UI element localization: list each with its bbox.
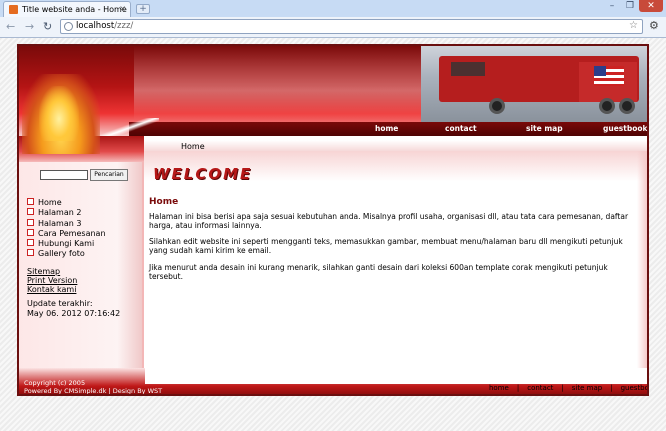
footer-separator: | <box>610 384 613 392</box>
topnav-home-link[interactable]: home <box>375 124 398 133</box>
last-update-label: Update terakhir: <box>27 299 93 308</box>
menu-item-label: Cara Pemesanan <box>38 228 106 238</box>
kontak-kami-link[interactable]: Kontak kami <box>27 285 77 294</box>
truck-wheel <box>619 98 635 114</box>
page-title: Home <box>149 197 179 207</box>
maximize-button[interactable]: ❐ <box>621 0 639 12</box>
truck-wheel <box>489 98 505 114</box>
content-paragraph: Jika menurut anda desain ini kurang mena… <box>149 263 608 282</box>
search-button[interactable]: Pencarian <box>90 169 128 181</box>
bookmark-star-icon[interactable]: ☆ <box>629 20 638 31</box>
powered-by-line: Powered By CMSimple.dk | Design By WST <box>24 387 163 395</box>
menu-item-hubungi-kami[interactable]: Hubungi Kami <box>27 239 106 249</box>
fire-truck-window <box>451 62 485 76</box>
sitemap-link[interactable]: Sitemap <box>27 267 77 276</box>
footer-nav-area <box>145 368 647 384</box>
search-input[interactable] <box>40 170 88 180</box>
menu-item-gallery-foto[interactable]: Gallery foto <box>27 249 106 259</box>
footer-separator: | <box>516 384 520 392</box>
flag-canton <box>594 66 606 76</box>
new-tab-button[interactable]: + <box>136 4 150 14</box>
sidebar-menu: Home Halaman 2 Halaman 3 Cara Pemesanan … <box>27 198 106 260</box>
footer-separator: | <box>561 384 564 392</box>
footer-navigation: home | contact | site map | guestbook <box>489 384 647 392</box>
bullet-icon <box>27 198 34 205</box>
header-swoosh <box>99 118 159 138</box>
bullet-icon <box>27 218 34 226</box>
globe-icon <box>64 22 73 31</box>
reload-icon[interactable]: ↻ <box>43 20 52 33</box>
flame-core-image <box>39 86 79 141</box>
browser-toolbar: ← → ↻ localhost/zzz/ ☆ <box>0 17 666 38</box>
browser-tab[interactable]: Title website anda - Home × <box>3 1 131 17</box>
truck-wheel <box>599 98 615 114</box>
bullet-icon <box>27 228 34 236</box>
url-path: /zzz/ <box>114 21 134 31</box>
header-highlight <box>134 46 454 120</box>
welcome-banner: WELCOME <box>153 165 253 183</box>
breadcrumb-bar <box>144 140 647 151</box>
menu-item-cara-pemesanan[interactable]: Cara Pemesanan <box>27 228 106 239</box>
last-update-date: May 06. 2012 07:16:42 <box>27 309 121 318</box>
tab-strip: Title website anda - Home × + – ❐ ✕ <box>0 0 666 17</box>
website-frame: home contact site map guestbook Home Pen… <box>17 44 649 396</box>
url-text[interactable]: localhost/zzz/ <box>76 21 133 31</box>
menu-item-label: Halaman 3 <box>38 218 82 228</box>
page-viewport: home contact site map guestbook Home Pen… <box>0 38 666 431</box>
copyright-line: Copyright (c) 2005 <box>24 379 86 387</box>
favicon-icon <box>9 5 18 14</box>
footer-guestbook-link[interactable]: guestbook <box>621 384 647 392</box>
right-shadow <box>637 151 647 368</box>
footer-home-link[interactable]: home <box>489 384 509 392</box>
topnav-contact-link[interactable]: contact <box>445 124 477 133</box>
minimize-button[interactable]: – <box>603 0 621 12</box>
bullet-icon <box>27 249 34 257</box>
footer-sitemap-link[interactable]: site map <box>572 384 602 392</box>
close-tab-icon[interactable]: × <box>119 4 126 13</box>
topnav-guestbook-link[interactable]: guestbook <box>603 124 647 133</box>
bullet-icon <box>27 239 34 247</box>
close-window-button[interactable]: ✕ <box>639 0 663 12</box>
menu-item-halaman-3[interactable]: Halaman 3 <box>27 218 106 229</box>
back-arrow-icon[interactable]: ← <box>6 20 15 33</box>
utility-links: Sitemap Print Version Kontak kami <box>27 267 77 294</box>
address-bar[interactable]: localhost/zzz/ ☆ <box>60 19 643 34</box>
content-paragraph: Silahkan edit website ini seperti mengga… <box>149 237 623 256</box>
wrench-menu-icon[interactable]: ⚙ <box>649 19 659 32</box>
print-version-link[interactable]: Print Version <box>27 276 77 285</box>
url-host: localhost <box>76 21 115 31</box>
menu-item-home[interactable]: Home <box>27 198 106 208</box>
tab-title: Title website anda - Home <box>22 5 127 14</box>
menu-item-label: Gallery foto <box>38 249 85 259</box>
menu-item-label: Home <box>38 198 62 207</box>
topnav-sitemap-link[interactable]: site map <box>526 124 563 133</box>
menu-item-label: Halaman 2 <box>38 208 82 218</box>
forward-arrow-icon[interactable]: → <box>25 20 34 33</box>
main-content-area <box>144 151 647 368</box>
copyright-text: Copyright (c) 2005 Powered By CMSimple.d… <box>24 379 163 395</box>
footer-contact-link[interactable]: contact <box>527 384 553 392</box>
breadcrumb: Home <box>181 142 205 151</box>
content-paragraph: Halaman ini bisa berisi apa saja sesuai … <box>149 212 629 231</box>
top-navigation: home contact site map guestbook <box>349 124 647 136</box>
bullet-icon <box>27 208 34 216</box>
menu-item-halaman-2[interactable]: Halaman 2 <box>27 208 106 218</box>
menu-item-label: Hubungi Kami <box>38 239 95 249</box>
